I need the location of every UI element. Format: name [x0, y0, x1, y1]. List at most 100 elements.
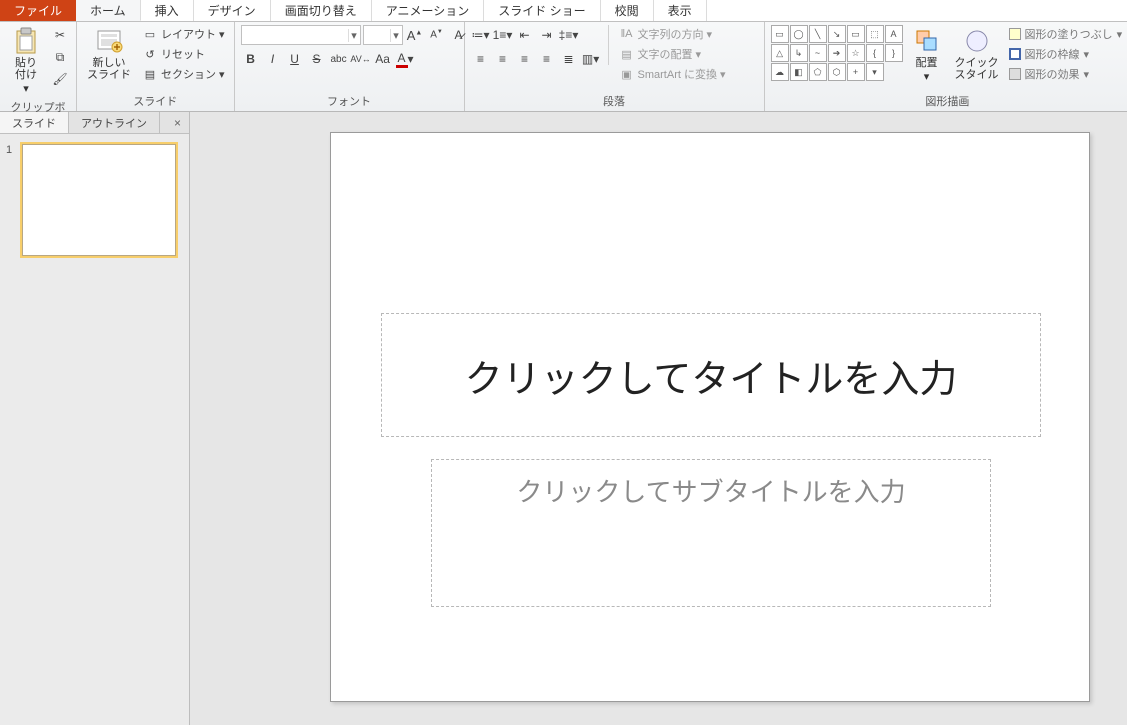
group-label-slides: スライド — [83, 91, 228, 109]
outline-tab[interactable]: アウトライン — [69, 112, 160, 133]
new-slide-icon — [95, 27, 123, 55]
smartart-button[interactable]: ▣SmartArt に変換 ▾ — [616, 65, 729, 83]
font-color-icon: A — [396, 51, 408, 68]
shape-rect[interactable]: ▭ — [771, 25, 789, 43]
shape-oval[interactable]: ◯ — [790, 25, 808, 43]
group-clipboard: 貼り付け ▾ ✂ ⧉ 🖌 クリップボード — [0, 22, 77, 111]
tab-design[interactable]: デザイン — [194, 0, 271, 21]
cut-button[interactable]: ✂ — [50, 25, 70, 45]
tab-transitions[interactable]: 画面切り替え — [271, 0, 372, 21]
bullets-button[interactable]: ≔▾ — [471, 25, 491, 45]
tab-file[interactable]: ファイル — [0, 0, 76, 21]
shrink-font-button[interactable]: A▼ — [427, 25, 447, 45]
bold-button[interactable]: B — [241, 49, 261, 69]
text-direction-button[interactable]: ‖A文字列の方向 ▾ — [616, 25, 729, 43]
shape-brace2[interactable]: } — [885, 44, 903, 62]
quick-styles-icon — [963, 27, 991, 55]
line-spacing-button[interactable]: ‡≡▾ — [559, 25, 579, 45]
outdent-icon: ⇤ — [520, 28, 530, 42]
format-painter-button[interactable]: 🖌 — [50, 69, 70, 89]
effects-icon — [1009, 68, 1021, 80]
ribbon-tab-bar: ファイル ホーム 挿入 デザイン 画面切り替え アニメーション スライド ショー… — [0, 0, 1127, 22]
group-label-font: フォント — [241, 91, 458, 109]
char-spacing-button[interactable]: AV↔ — [351, 49, 371, 69]
ribbon: 貼り付け ▾ ✂ ⧉ 🖌 クリップボード 新しい スライド ▭レイアウト ▾ ↺… — [0, 22, 1127, 112]
new-slide-button[interactable]: 新しい スライド — [83, 25, 135, 83]
copy-button[interactable]: ⧉ — [50, 47, 70, 67]
paste-button[interactable]: 貼り付け ▾ — [6, 25, 46, 97]
arrange-dropdown[interactable]: ▾ — [924, 71, 930, 83]
shape-fill-button[interactable]: 図形の塗りつぶし ▾ — [1007, 25, 1125, 43]
align-center-button[interactable]: ≡ — [493, 49, 513, 69]
section-button[interactable]: ▤セクション ▾ — [139, 65, 228, 83]
paste-dropdown[interactable]: ▾ — [23, 83, 29, 95]
shape-hex[interactable]: ⬡ — [828, 63, 846, 81]
shape-textbox[interactable]: A — [885, 25, 903, 43]
shape-line[interactable]: ╲ — [809, 25, 827, 43]
title-placeholder[interactable]: クリックしてタイトルを入力 — [381, 313, 1041, 437]
slide-thumbnail-1[interactable] — [22, 144, 176, 256]
distribute-button[interactable]: ≣ — [559, 49, 579, 69]
shape-process[interactable]: ⬚ — [866, 25, 884, 43]
font-size-combo[interactable]: ▾ — [363, 25, 403, 45]
numbering-icon: 1≡ — [493, 28, 507, 42]
close-pane-button[interactable]: × — [166, 112, 189, 133]
shapes-gallery[interactable]: ▭ ◯ ╲ ↘ ▭ ⬚ A △ ↳ ~ ➔ ☆ { } ☁ ◧ ⬠ ⬡ + ▾ — [771, 25, 903, 81]
group-font: ▾ ▾ A▲ A▼ A̷ B I U S abc AV↔ Aa A ▾ フォント — [235, 22, 465, 111]
shape-cloud[interactable]: ☁ — [771, 63, 789, 81]
decrease-indent-button[interactable]: ⇤ — [515, 25, 535, 45]
bullets-icon: ≔ — [472, 28, 484, 42]
distribute-icon: ≣ — [564, 52, 574, 66]
tab-insert[interactable]: 挿入 — [141, 0, 194, 21]
text-align-button[interactable]: ▤文字の配置 ▾ — [616, 45, 729, 63]
layout-button[interactable]: ▭レイアウト ▾ — [139, 25, 228, 43]
numbering-button[interactable]: 1≡▾ — [493, 25, 513, 45]
shape-arrow[interactable]: ↘ — [828, 25, 846, 43]
slides-tab[interactable]: スライド — [0, 112, 69, 133]
font-color-button[interactable]: A ▾ — [395, 49, 415, 69]
quick-styles-button[interactable]: クイック スタイル — [951, 25, 1003, 83]
arrange-button[interactable]: 配置 ▾ — [907, 25, 947, 85]
shape-outline-button[interactable]: 図形の枠線 ▾ — [1007, 45, 1125, 63]
subtitle-placeholder[interactable]: クリックしてサブタイトルを入力 — [431, 459, 991, 607]
align-right-button[interactable]: ≡ — [515, 49, 535, 69]
tab-slideshow[interactable]: スライド ショー — [484, 0, 600, 21]
shape-elbow[interactable]: ↳ — [790, 44, 808, 62]
copy-icon: ⧉ — [56, 50, 65, 65]
increase-indent-button[interactable]: ⇥ — [537, 25, 557, 45]
brush-icon: 🖌 — [52, 72, 67, 86]
tab-view[interactable]: 表示 — [654, 0, 707, 21]
strike-button[interactable]: S — [307, 49, 327, 69]
slide: クリックしてタイトルを入力 クリックしてサブタイトルを入力 — [330, 132, 1090, 702]
shape-more[interactable]: ▾ — [866, 63, 884, 81]
layout-icon: ▭ — [142, 26, 158, 42]
shape-plus[interactable]: + — [847, 63, 865, 81]
shape-callout[interactable]: ◧ — [790, 63, 808, 81]
shape-star[interactable]: ☆ — [847, 44, 865, 62]
shape-pent[interactable]: ⬠ — [809, 63, 827, 81]
align-left-button[interactable]: ≡ — [471, 49, 491, 69]
shape-curve[interactable]: ~ — [809, 44, 827, 62]
justify-button[interactable]: ≡ — [537, 49, 557, 69]
shape-brace[interactable]: { — [866, 44, 884, 62]
italic-button[interactable]: I — [263, 49, 283, 69]
tab-review[interactable]: 校閲 — [601, 0, 654, 21]
change-case-button[interactable]: Aa — [373, 49, 393, 69]
tab-animations[interactable]: アニメーション — [372, 0, 485, 21]
tab-home[interactable]: ホーム — [76, 0, 141, 21]
indent-icon: ⇥ — [542, 28, 552, 42]
slide-canvas-area[interactable]: クリックしてタイトルを入力 クリックしてサブタイトルを入力 — [190, 112, 1127, 725]
shadow-button[interactable]: abc — [329, 49, 349, 69]
paste-label: 貼り付け — [10, 57, 42, 81]
grow-font-button[interactable]: A▲ — [405, 25, 425, 45]
shape-tri[interactable]: △ — [771, 44, 789, 62]
font-name-combo[interactable]: ▾ — [241, 25, 361, 45]
reset-button[interactable]: ↺リセット — [139, 45, 228, 63]
shape-rightarrow[interactable]: ➔ — [828, 44, 846, 62]
underline-button[interactable]: U — [285, 49, 305, 69]
shape-effects-button[interactable]: 図形の効果 ▾ — [1007, 65, 1125, 83]
columns-icon: ▥ — [582, 52, 593, 66]
justify-icon: ≡ — [543, 52, 550, 66]
shape-rect2[interactable]: ▭ — [847, 25, 865, 43]
columns-button[interactable]: ▥▾ — [581, 49, 601, 69]
